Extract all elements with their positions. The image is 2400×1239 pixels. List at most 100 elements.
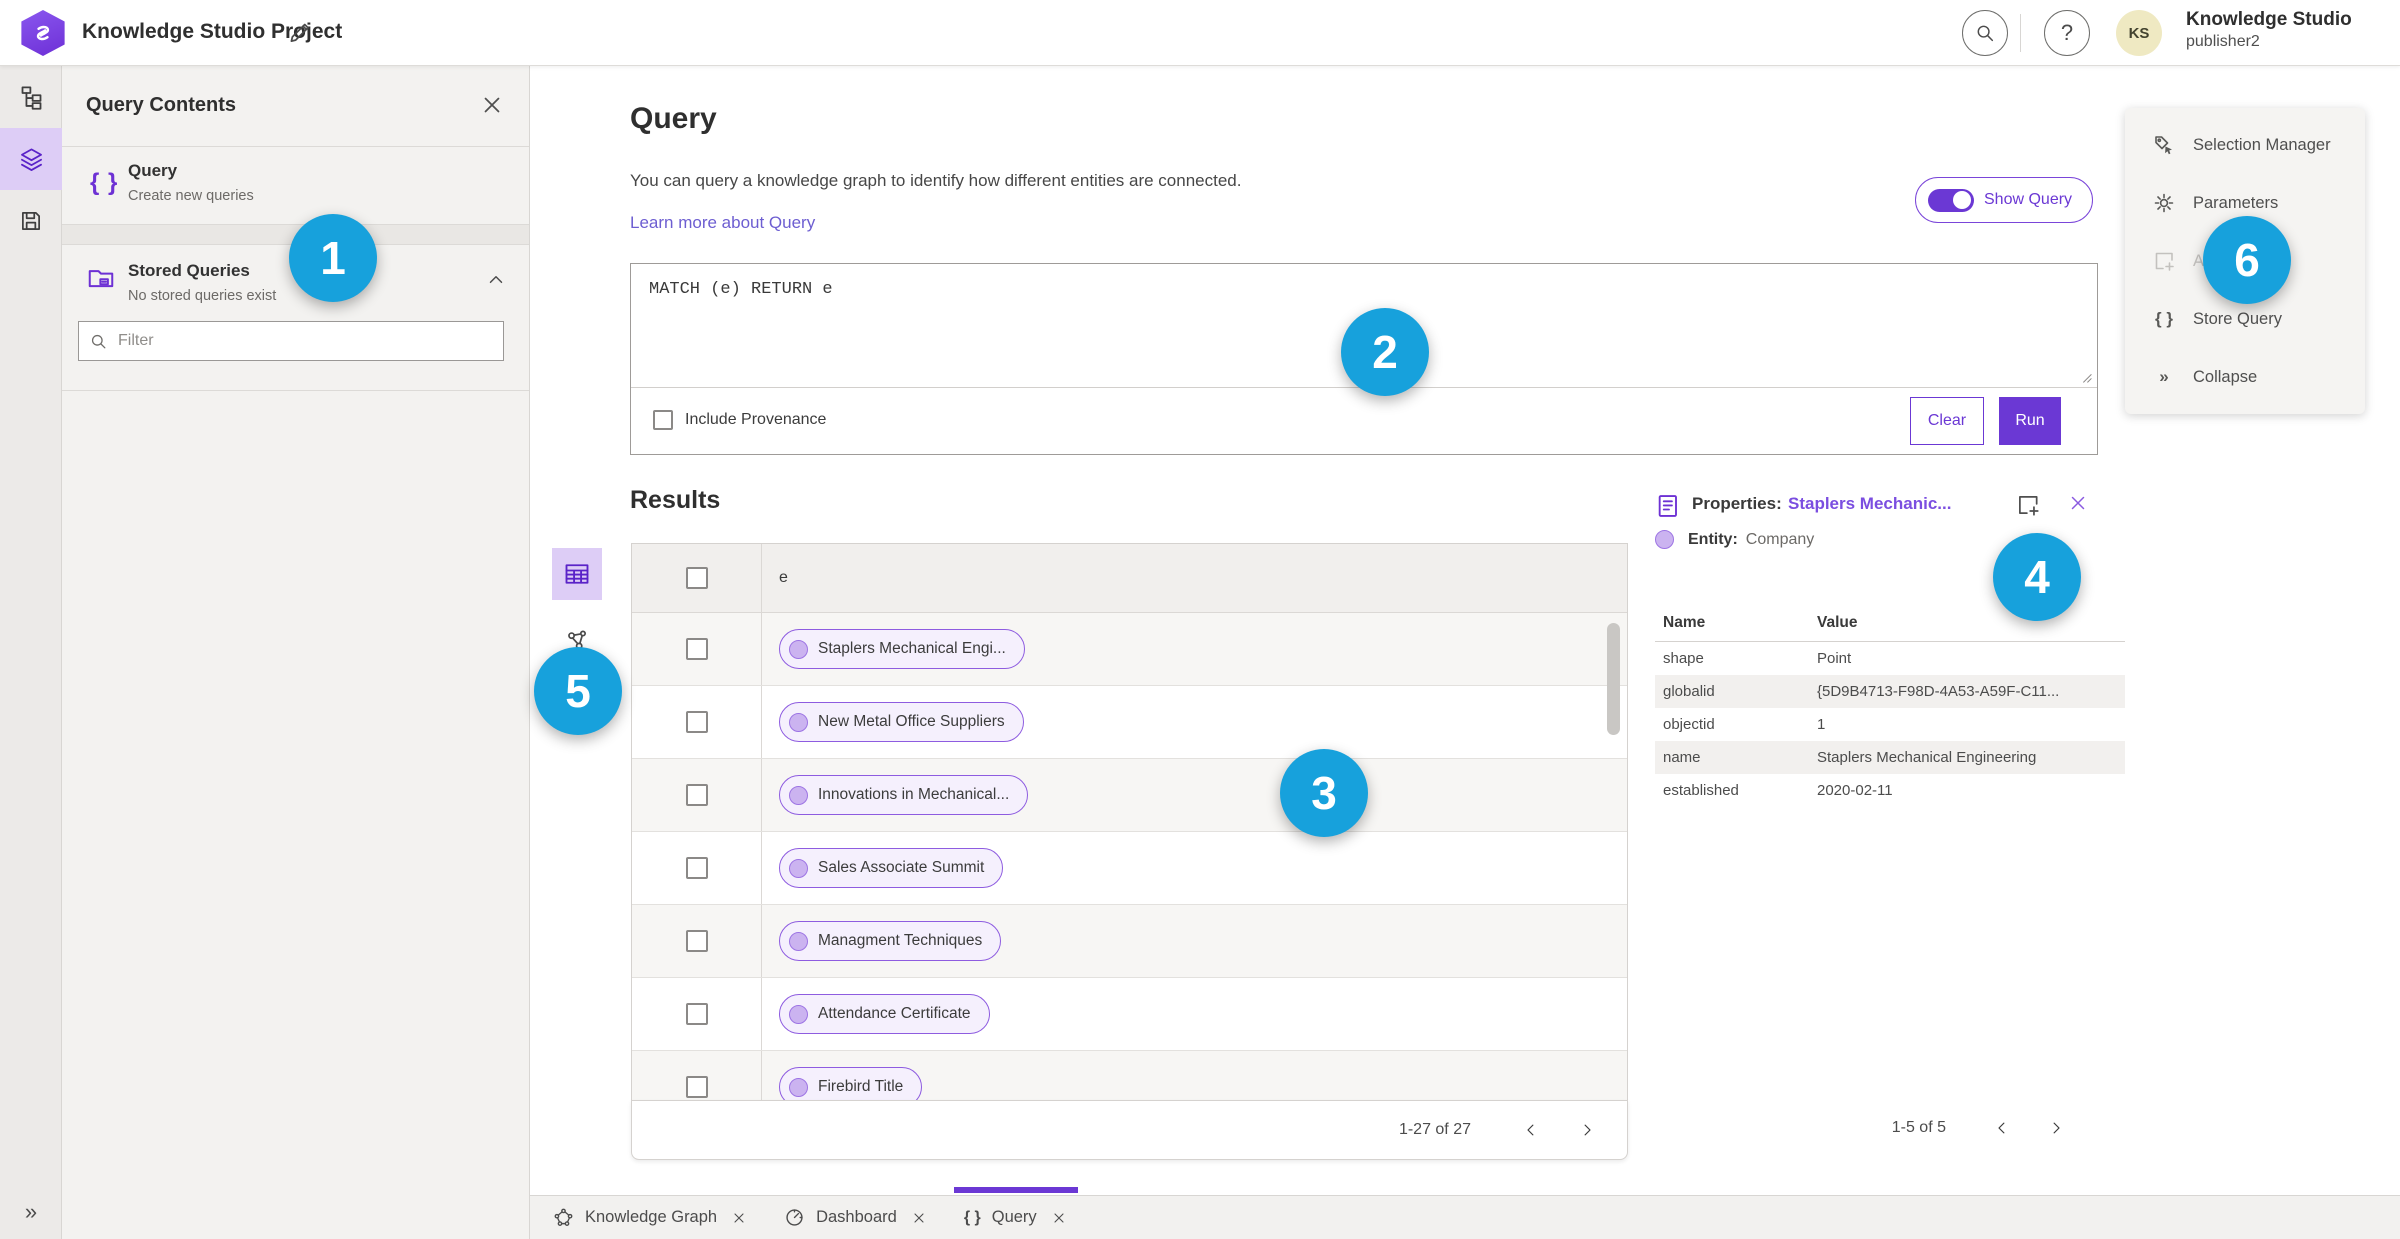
selection-manager-button[interactable]: Selection Manager xyxy=(2125,116,2365,174)
resize-handle-icon[interactable] xyxy=(2078,369,2093,384)
collapse-button[interactable]: » Collapse xyxy=(2125,348,2365,406)
table-row[interactable]: Sales Associate Summit xyxy=(632,832,1627,905)
row-checkbox[interactable] xyxy=(685,638,708,660)
bottom-tab-bar: Knowledge Graph Dashboard { } Query xyxy=(530,1187,2400,1239)
panel-title: Query Contents xyxy=(86,94,237,116)
user-menu[interactable]: Knowledge Studio publisher2 xyxy=(2186,8,2352,52)
property-name: objectid xyxy=(1663,716,1715,733)
left-rail: » xyxy=(0,66,62,1239)
include-provenance-row[interactable]: Include Provenance xyxy=(653,410,826,430)
braces-icon: { } xyxy=(963,1208,981,1226)
annotation-badge-2: 2 xyxy=(1341,308,1429,396)
property-name: established xyxy=(1663,782,1739,799)
tab-label: Query xyxy=(991,1208,1037,1226)
properties-next-page-icon[interactable] xyxy=(2042,1114,2070,1142)
results-next-page-icon[interactable] xyxy=(1573,1116,1601,1144)
query-item-title: Query xyxy=(128,161,178,180)
property-row: globalid {5D9B4713-F98D-4A53-A59F-C11... xyxy=(1655,675,2125,708)
entity-pill[interactable]: Sales Associate Summit xyxy=(779,848,1004,888)
column-header-e[interactable]: e xyxy=(779,569,788,587)
top-bar: Knowledge Studio Project ? KS Knowledge … xyxy=(0,0,2400,66)
user-name: Knowledge Studio xyxy=(2186,9,2352,30)
row-checkbox[interactable] xyxy=(685,784,708,806)
row-checkbox[interactable] xyxy=(685,857,708,879)
rail-layers-button[interactable] xyxy=(0,128,62,190)
parameters-label: Parameters xyxy=(2193,193,2279,212)
results-scrollbar-thumb[interactable] xyxy=(1607,623,1620,735)
property-row: name Staplers Mechanical Engineering xyxy=(1655,741,2125,774)
entity-pill-label: Sales Associate Summit xyxy=(818,859,985,876)
entity-pill[interactable]: Staplers Mechanical Engi... xyxy=(779,629,1025,669)
entity-pill[interactable]: Firebird Title xyxy=(779,1067,923,1100)
table-row[interactable]: New Metal Office Suppliers xyxy=(632,686,1627,759)
row-checkbox[interactable] xyxy=(685,930,708,952)
table-row[interactable]: Firebird Title xyxy=(632,1051,1627,1100)
edit-title-icon[interactable] xyxy=(286,20,312,46)
entity-pill-label: Attendance Certificate xyxy=(818,1005,971,1022)
run-button[interactable]: Run xyxy=(1999,397,2061,445)
row-checkbox[interactable] xyxy=(685,1003,708,1025)
properties-panel: Properties: Staplers Mechanic... Entity:… xyxy=(1655,490,2125,799)
entity-pill[interactable]: New Metal Office Suppliers xyxy=(779,702,1024,742)
entity-type: Company xyxy=(1745,530,1815,548)
query-controls: Include Provenance Clear Run xyxy=(631,388,2097,454)
properties-table: Name Value shape Point globalid {5D9B471… xyxy=(1655,614,2125,807)
entity-dot-icon xyxy=(789,1077,808,1097)
value-column-header: Value xyxy=(1817,614,1858,631)
property-row: objectid 1 xyxy=(1655,708,2125,741)
close-tab-icon[interactable] xyxy=(730,1209,748,1227)
collapse-section-icon[interactable] xyxy=(485,269,507,291)
panel-header: Query Contents xyxy=(62,66,529,147)
avatar[interactable]: KS xyxy=(2116,10,2162,56)
clear-button[interactable]: Clear xyxy=(1910,397,1984,445)
rail-save-button[interactable] xyxy=(0,190,62,252)
question-icon: ? xyxy=(2060,20,2074,45)
entity-pill-label: Managment Techniques xyxy=(818,932,983,949)
app-logo-icon[interactable] xyxy=(20,10,66,56)
close-tab-icon[interactable] xyxy=(1050,1209,1068,1227)
toggle-label: Show Query xyxy=(1984,191,2073,208)
entity-pill[interactable]: Innovations in Mechanical... xyxy=(779,775,1029,815)
braces-icon: { } xyxy=(90,169,119,196)
query-list-item[interactable]: { } Query Create new queries xyxy=(62,147,529,225)
entity-pill[interactable]: Attendance Certificate xyxy=(779,994,990,1034)
table-row[interactable]: Managment Techniques xyxy=(632,905,1627,978)
tab-query[interactable]: { } Query xyxy=(946,1187,1086,1239)
toggle-switch[interactable] xyxy=(1928,188,1974,212)
selection-manager-icon xyxy=(2151,133,2177,157)
entity-type-dot-icon xyxy=(1655,530,1674,549)
results-title: Results xyxy=(630,486,721,514)
include-provenance-checkbox[interactable] xyxy=(653,410,673,430)
property-name: shape xyxy=(1663,650,1704,667)
selection-manager-label: Selection Manager xyxy=(2193,135,2331,154)
annotation-badge-1: 1 xyxy=(289,214,377,302)
avatar-initials: KS xyxy=(2128,24,2150,42)
search-button[interactable] xyxy=(1962,10,2008,56)
table-row[interactable]: Innovations in Mechanical... xyxy=(632,759,1627,832)
gear-icon xyxy=(2151,191,2177,215)
tab-dashboard[interactable]: Dashboard xyxy=(766,1196,946,1239)
tab-knowledge-graph[interactable]: Knowledge Graph xyxy=(535,1196,766,1239)
panel-close-icon[interactable] xyxy=(479,92,505,118)
expand-rail-button[interactable]: » xyxy=(0,1199,62,1225)
help-button[interactable]: ? xyxy=(2044,10,2090,56)
properties-prev-page-icon[interactable] xyxy=(1988,1114,2016,1142)
row-checkbox[interactable] xyxy=(685,1076,708,1098)
select-all-checkbox[interactable] xyxy=(685,567,708,589)
close-tab-icon[interactable] xyxy=(910,1209,928,1227)
table-view-button[interactable] xyxy=(552,548,602,600)
row-checkbox[interactable] xyxy=(685,711,708,733)
table-row[interactable]: Attendance Certificate xyxy=(632,978,1627,1051)
learn-more-link[interactable]: Learn more about Query xyxy=(630,213,815,233)
rail-data-model-button[interactable] xyxy=(0,66,62,128)
table-row[interactable]: Staplers Mechanical Engi... xyxy=(632,613,1627,686)
properties-entity-link[interactable]: Staplers Mechanic... xyxy=(1788,494,1951,514)
add-to-map-icon[interactable] xyxy=(2015,492,2041,518)
entity-pill[interactable]: Managment Techniques xyxy=(779,921,1002,961)
properties-close-icon[interactable] xyxy=(2067,492,2091,516)
entity-dot-icon xyxy=(789,931,808,951)
filter-input[interactable] xyxy=(118,332,493,350)
results-prev-page-icon[interactable] xyxy=(1517,1116,1545,1144)
show-query-toggle[interactable]: Show Query xyxy=(1915,177,2093,223)
filter-field xyxy=(78,321,504,361)
